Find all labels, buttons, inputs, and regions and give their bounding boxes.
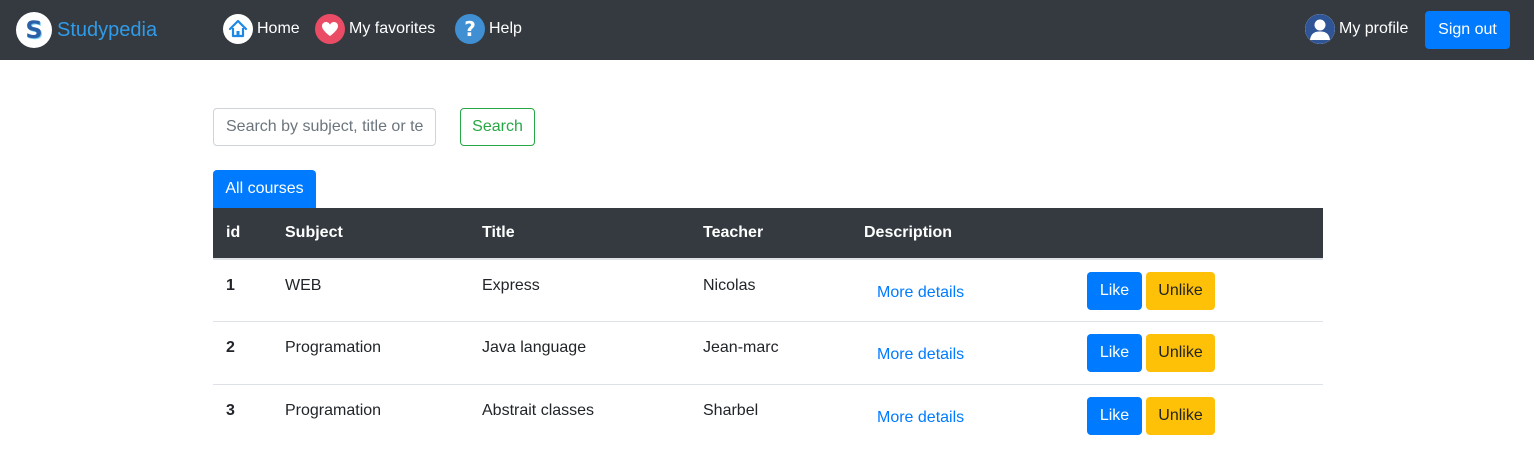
nav-profile[interactable]: My profile bbox=[1305, 12, 1408, 46]
brand-name: Studypedia bbox=[57, 18, 158, 41]
help-icon: ? bbox=[455, 14, 485, 44]
cell-teacher: Sharbel bbox=[703, 402, 759, 419]
search-input[interactable] bbox=[213, 108, 436, 146]
search-button[interactable]: Search bbox=[460, 108, 535, 146]
cell-title: Abstrait classes bbox=[482, 402, 595, 419]
cell-title: Java language bbox=[482, 339, 587, 356]
more-details-link[interactable]: More details bbox=[877, 346, 964, 364]
nav-help[interactable]: ? Help bbox=[455, 12, 522, 46]
heart-icon bbox=[315, 14, 345, 44]
brand-link[interactable]: S Studypedia bbox=[16, 12, 157, 48]
cell-subject: WEB bbox=[285, 277, 322, 294]
like-button[interactable]: Like bbox=[1087, 334, 1142, 372]
nav-favorites[interactable]: My favorites bbox=[315, 12, 435, 46]
more-details-link[interactable]: More details bbox=[877, 409, 964, 427]
unlike-button[interactable]: Unlike bbox=[1146, 397, 1215, 435]
cell-id: 1 bbox=[226, 277, 235, 294]
like-button[interactable]: Like bbox=[1087, 272, 1142, 310]
cell-title: Express bbox=[482, 277, 540, 294]
header-title: Title bbox=[482, 224, 515, 241]
unlike-button[interactable]: Unlike bbox=[1146, 334, 1215, 372]
all-courses-tab[interactable]: All courses bbox=[213, 170, 316, 208]
header-description: Description bbox=[864, 224, 953, 241]
cell-subject: Programation bbox=[285, 402, 382, 419]
help-glyph: ? bbox=[464, 17, 476, 41]
nav-home[interactable]: Home bbox=[223, 12, 300, 46]
sign-out-button[interactable]: Sign out bbox=[1425, 11, 1510, 49]
table-header: id Subject Title Teacher Description bbox=[213, 208, 1323, 258]
cell-id: 2 bbox=[226, 339, 235, 356]
top-navbar: S Studypedia Home My favorites ? Help My… bbox=[0, 0, 1534, 60]
more-details-link[interactable]: More details bbox=[877, 284, 964, 302]
table-row: 3 Programation Abstrait classes Sharbel … bbox=[213, 384, 1323, 447]
cell-teacher: Jean-marc bbox=[703, 339, 779, 356]
header-teacher: Teacher bbox=[703, 224, 764, 241]
nav-favorites-label: My favorites bbox=[349, 20, 436, 37]
nav-home-label: Home bbox=[257, 20, 300, 37]
header-subject: Subject bbox=[285, 224, 343, 241]
header-id: id bbox=[226, 224, 241, 241]
table-row: 1 WEB Express Nicolas More details Like … bbox=[213, 258, 1323, 321]
logo-letter: S bbox=[25, 16, 43, 44]
table-row: 2 Programation Java language Jean-marc M… bbox=[213, 321, 1323, 384]
home-icon bbox=[223, 14, 253, 44]
cell-teacher: Nicolas bbox=[703, 277, 756, 294]
studypedia-logo-icon: S bbox=[16, 12, 52, 48]
nav-help-label: Help bbox=[489, 20, 522, 37]
courses-table: id Subject Title Teacher Description 1 W… bbox=[213, 208, 1323, 447]
cell-id: 3 bbox=[226, 402, 235, 419]
cell-subject: Programation bbox=[285, 339, 382, 356]
nav-profile-label: My profile bbox=[1339, 20, 1409, 37]
user-avatar-icon bbox=[1305, 14, 1335, 44]
unlike-button[interactable]: Unlike bbox=[1146, 272, 1215, 310]
like-button[interactable]: Like bbox=[1087, 397, 1142, 435]
